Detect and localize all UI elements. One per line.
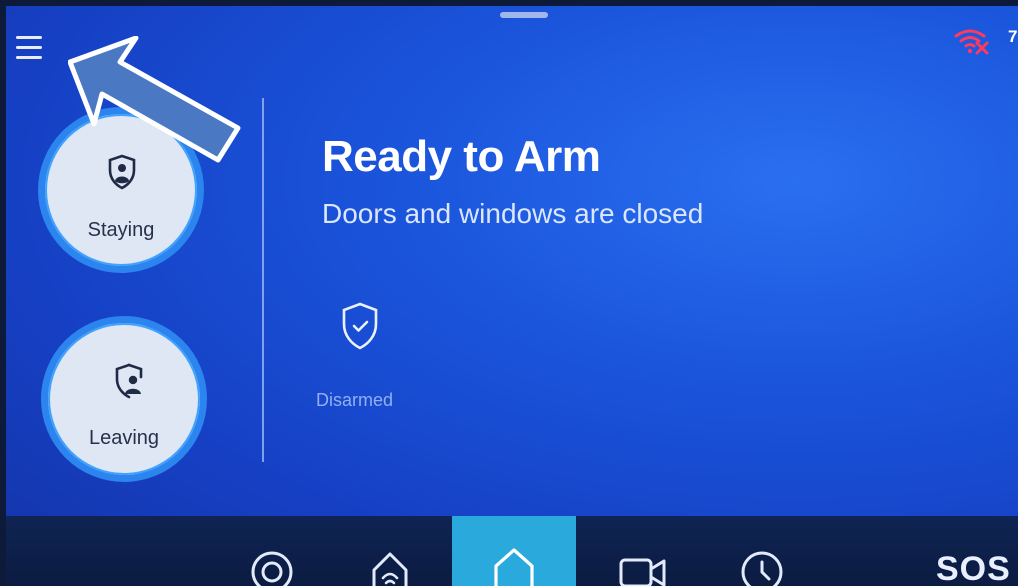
nav-target-button[interactable] bbox=[242, 516, 302, 586]
target-icon bbox=[251, 551, 293, 586]
nav-camera-button[interactable] bbox=[612, 516, 672, 586]
status-subtitle: Doors and windows are closed bbox=[322, 198, 704, 229]
nav-home-button[interactable] bbox=[452, 516, 576, 586]
clock-icon bbox=[741, 551, 783, 586]
menu-line bbox=[16, 56, 42, 59]
vertical-divider bbox=[262, 98, 264, 462]
nav-smart-home-button[interactable] bbox=[358, 516, 418, 586]
arm-leaving-button[interactable]: Leaving bbox=[41, 316, 207, 482]
sos-button[interactable]: SOS bbox=[936, 550, 1011, 586]
hamburger-menu-icon[interactable] bbox=[16, 32, 46, 64]
shield-person-leaving-icon bbox=[115, 363, 143, 399]
wifi-error-icon[interactable] bbox=[954, 26, 990, 56]
staying-label: Staying bbox=[87, 219, 155, 241]
menu-line bbox=[16, 46, 42, 49]
nav-history-button[interactable] bbox=[732, 516, 792, 586]
bottom-nav-bar: SOS bbox=[6, 516, 1018, 586]
status-number: 7 bbox=[1008, 27, 1018, 46]
security-panel-screen: 7 Staying Leaving Ready to Arm Doors and… bbox=[6, 6, 1018, 586]
pull-down-handle[interactable] bbox=[500, 12, 548, 18]
home-icon bbox=[494, 548, 534, 586]
page-title: Ready to Arm bbox=[322, 132, 601, 181]
menu-line bbox=[16, 36, 42, 39]
pointing-arrow-icon bbox=[68, 36, 241, 163]
leaving-label: Leaving bbox=[88, 427, 160, 449]
smart-home-icon bbox=[372, 552, 408, 586]
shield-check-icon bbox=[342, 302, 378, 350]
status-label: Disarmed bbox=[316, 390, 394, 410]
video-camera-icon bbox=[619, 558, 666, 586]
